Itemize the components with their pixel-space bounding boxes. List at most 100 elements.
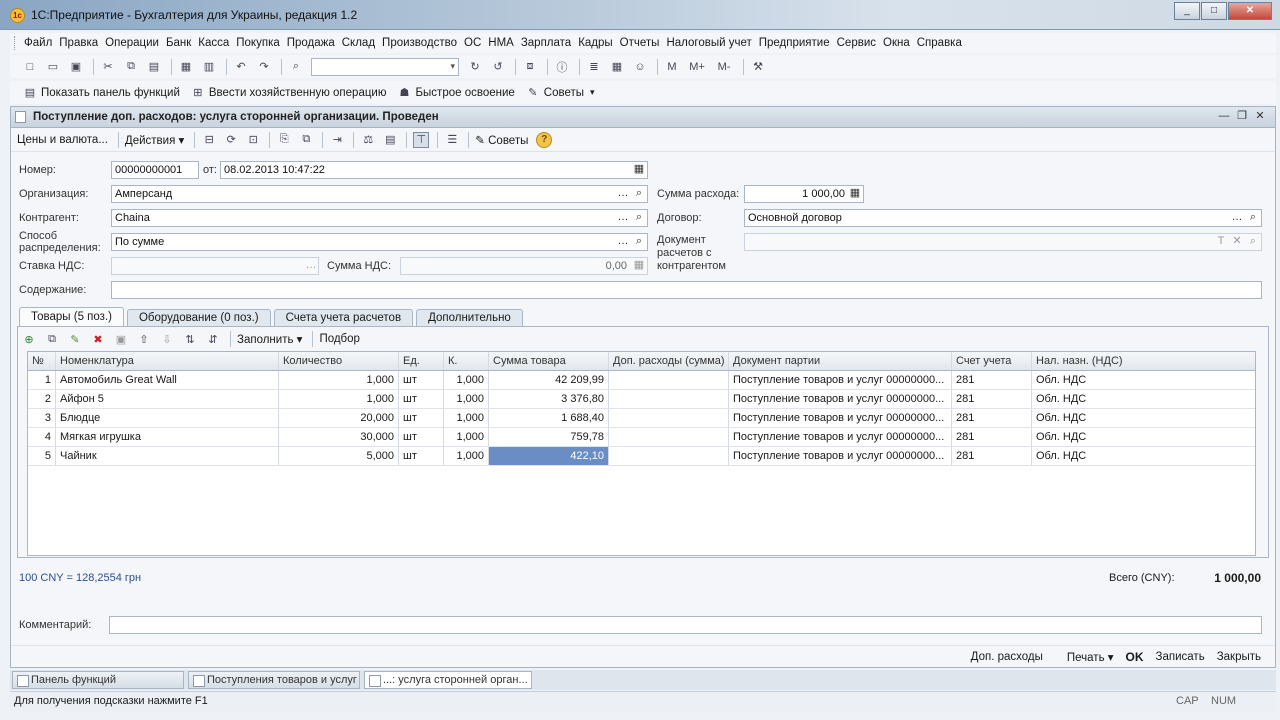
calendar-icon[interactable]: ▦ <box>609 59 625 75</box>
cell-tax[interactable]: Обл. НДС <box>1032 409 1255 427</box>
close-button[interactable]: Закрыть <box>1217 651 1261 663</box>
sort-asc-icon[interactable]: ⇅ <box>182 331 198 347</box>
tab-goods[interactable]: Товары (5 поз.) <box>19 307 124 327</box>
paste-icon[interactable]: ▤ <box>146 59 162 75</box>
memory-plus-button[interactable]: M+ <box>687 59 707 75</box>
memory-minus-button[interactable]: M- <box>714 59 734 75</box>
fill-menu-button[interactable]: Заполнить ▾ <box>237 332 302 346</box>
cell-no[interactable]: 5 <box>28 447 56 465</box>
cell-doc[interactable]: Поступление товаров и услуг 00000000... <box>729 428 952 446</box>
organization-open-icon[interactable]: ⌕ <box>631 185 647 203</box>
save-button[interactable]: Записать <box>1156 651 1205 663</box>
search-icon[interactable]: ⌕ <box>288 59 304 75</box>
copy-row-icon[interactable]: ⧉ <box>44 331 60 347</box>
col-account[interactable]: Счет учета <box>952 352 1032 370</box>
sort-desc-icon[interactable]: ⇵ <box>205 331 221 347</box>
cell-extra[interactable] <box>609 447 729 465</box>
copy-icon[interactable]: ⧉ <box>123 59 139 75</box>
search-combo-input[interactable] <box>311 57 459 76</box>
menu-enterprise[interactable]: Предприятие <box>759 37 830 49</box>
windows-icon[interactable]: ⧈ <box>522 59 538 75</box>
menu-service[interactable]: Сервис <box>837 37 876 49</box>
quick-learn-button[interactable]: ☗ Быстрое освоение <box>396 85 515 101</box>
close-window-button[interactable]: ✕ <box>1228 2 1272 20</box>
menu-intangibles[interactable]: НМА <box>488 37 514 49</box>
tab-additional[interactable]: Дополнительно <box>416 309 523 327</box>
cell-k[interactable]: 1,000 <box>444 390 489 408</box>
cell-extra[interactable] <box>609 428 729 446</box>
menu-operations[interactable]: Операции <box>105 37 159 49</box>
vat-sum-field[interactable]: 0,00 <box>400 257 648 275</box>
cell-account[interactable]: 281 <box>952 371 1032 389</box>
cell-qty[interactable]: 30,000 <box>279 428 399 446</box>
col-extra[interactable]: Доп. расходы (сумма) <box>609 352 729 370</box>
contract-field[interactable]: Основной договор <box>744 209 1262 227</box>
document-movements-icon[interactable]: ▤ <box>382 132 398 148</box>
expense-sum-field[interactable]: 1 000,00 <box>744 185 864 203</box>
organization-field[interactable]: Амперсанд <box>111 185 648 203</box>
cell-sum[interactable]: 422,10 <box>489 447 609 465</box>
calculator-icon[interactable]: ▦ <box>631 257 647 275</box>
cell-doc[interactable]: Поступление товаров и услуг 00000000... <box>729 409 952 427</box>
menu-warehouse[interactable]: Склад <box>342 37 375 49</box>
doc-minimize-button[interactable]: — <box>1215 109 1233 124</box>
contractor-open-icon[interactable]: ⌕ <box>631 209 647 227</box>
menu-edit[interactable]: Правка <box>59 37 98 49</box>
delete-row-icon[interactable]: ✖ <box>90 331 106 347</box>
menu-reports[interactable]: Отчеты <box>620 37 660 49</box>
open-folder-icon[interactable]: ▭ <box>45 59 61 75</box>
tab-settlement-accounts[interactable]: Счета учета расчетов <box>273 309 414 327</box>
show-function-panel-button[interactable]: ▤ Показать панель функций <box>22 85 180 101</box>
cell-unit[interactable]: шт <box>399 409 444 427</box>
print-icon[interactable]: ▦ <box>178 59 194 75</box>
go-to-icon[interactable]: ⇥ <box>329 132 345 148</box>
cell-item[interactable]: Чайник <box>56 447 279 465</box>
cell-qty[interactable]: 1,000 <box>279 371 399 389</box>
cell-no[interactable]: 4 <box>28 428 56 446</box>
cell-extra[interactable] <box>609 371 729 389</box>
tab-equipment[interactable]: Оборудование (0 поз.) <box>126 309 271 327</box>
type-icon[interactable]: T <box>1213 233 1229 251</box>
menu-production[interactable]: Производство <box>382 37 457 49</box>
table-row[interactable]: 4 Мягкая игрушка 30,000 шт 1,000 759,78 Поступ… <box>28 428 1255 447</box>
layout-icon[interactable]: ☰ <box>444 132 460 148</box>
find-prev-icon[interactable]: ↺ <box>490 59 506 75</box>
cell-tax[interactable]: Обл. НДС <box>1032 371 1255 389</box>
select-button[interactable]: Подбор <box>319 333 360 345</box>
tips-button[interactable]: ✎ Советы ▾ <box>525 85 594 101</box>
menu-cash[interactable]: Касса <box>198 37 229 49</box>
col-tax[interactable]: Нал. назн. (НДС) <box>1032 352 1255 370</box>
cell-extra[interactable] <box>609 390 729 408</box>
cut-icon[interactable]: ✂ <box>100 59 116 75</box>
cell-k[interactable]: 1,000 <box>444 428 489 446</box>
menu-sale[interactable]: Продажа <box>287 37 335 49</box>
content-field[interactable] <box>111 281 1262 299</box>
cell-k[interactable]: 1,000 <box>444 447 489 465</box>
cell-sum[interactable]: 3 376,80 <box>489 390 609 408</box>
col-doc[interactable]: Документ партии <box>729 352 952 370</box>
col-sum[interactable]: Сумма товара <box>489 352 609 370</box>
cell-unit[interactable]: шт <box>399 428 444 446</box>
copy-document-icon[interactable]: ⎘ <box>276 132 292 148</box>
users-icon[interactable]: ☺ <box>632 59 648 75</box>
col-unit[interactable]: Ед. <box>399 352 444 370</box>
menu-windows[interactable]: Окна <box>883 37 910 49</box>
menu-help[interactable]: Справка <box>917 37 962 49</box>
col-no[interactable]: № <box>28 352 56 370</box>
task-current-document[interactable]: ...: услуга сторонней орган... <box>364 671 532 689</box>
structure-icon[interactable]: ⊡ <box>245 132 261 148</box>
cell-sum[interactable]: 42 209,99 <box>489 371 609 389</box>
doc-restore-button[interactable]: ❐ <box>1233 109 1251 124</box>
info-icon[interactable]: ⓘ <box>554 59 570 75</box>
cell-item[interactable]: Блюдце <box>56 409 279 427</box>
print-preview-icon[interactable]: ▥ <box>201 59 217 75</box>
col-item[interactable]: Номенклатура <box>56 352 279 370</box>
enter-operation-button[interactable]: ⊞ Ввести хозяйственную операцию <box>190 85 386 101</box>
vat-rate-select-button[interactable]: … <box>303 257 319 275</box>
distribution-select-button[interactable]: … <box>615 233 631 251</box>
end-edit-icon[interactable]: ▣ <box>113 331 129 347</box>
cell-tax[interactable]: Обл. НДС <box>1032 428 1255 446</box>
settlement-doc-field[interactable] <box>744 233 1262 251</box>
show-tree-icon[interactable]: ⊤ <box>413 131 430 148</box>
comment-field[interactable] <box>109 616 1262 634</box>
